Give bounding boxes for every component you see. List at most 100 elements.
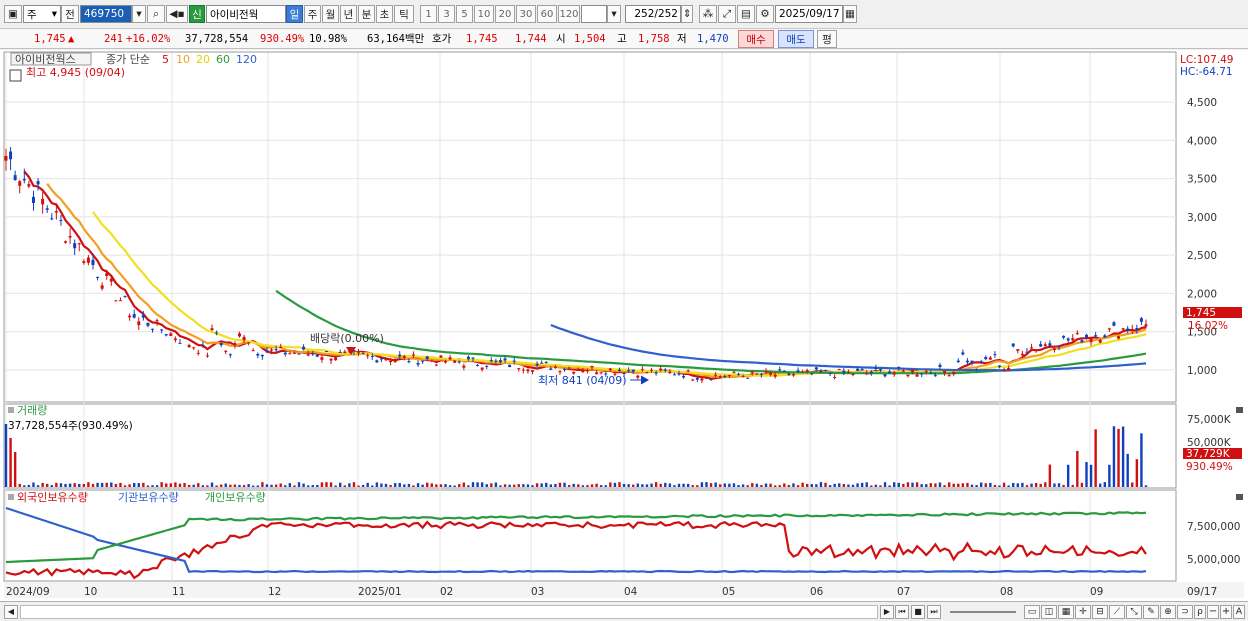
volume-bar xyxy=(448,485,452,487)
compare-icon[interactable]: ⁂ xyxy=(699,5,717,23)
search-icon[interactable]: ⌕ xyxy=(147,5,165,23)
rewind-icon[interactable]: ⏮ xyxy=(895,604,909,619)
scroll-track[interactable] xyxy=(20,604,878,619)
scroll-left-icon[interactable]: ◀ xyxy=(4,604,18,619)
candle-body xyxy=(187,345,191,348)
zoom-in-icon[interactable]: + xyxy=(1220,604,1232,619)
magnet-icon[interactable]: ⊃ xyxy=(1177,604,1193,619)
ma-5-label: 5 xyxy=(162,53,169,66)
chart-canvas[interactable]: 아이비전웍스 종가 단순 5 10 20 60 120 최고 4,945 (09… xyxy=(0,50,1248,605)
volume-bar xyxy=(526,484,530,487)
minute-1[interactable]: 1 xyxy=(420,5,437,23)
volume-bar xyxy=(91,483,95,487)
undo-icon[interactable]: ρ xyxy=(1194,604,1206,619)
speaker-icon[interactable]: ◀▪ xyxy=(166,5,188,23)
stop-icon[interactable]: ■ xyxy=(911,604,925,619)
candle-body xyxy=(357,352,361,354)
candle-body xyxy=(279,346,283,348)
volume-bar xyxy=(1025,485,1029,487)
candle-body xyxy=(466,356,470,360)
zoom-slider[interactable] xyxy=(950,611,1016,613)
scroll-right-icon[interactable]: ▶ xyxy=(880,604,894,619)
layout-3-icon[interactable]: ▦ xyxy=(1058,604,1074,619)
volume-bar xyxy=(522,484,525,487)
link-icon[interactable]: ⊕ xyxy=(1160,604,1176,619)
candle-body xyxy=(1071,338,1075,341)
auto-scale-icon[interactable]: A xyxy=(1233,604,1245,619)
candle-body xyxy=(4,155,8,161)
buy-button[interactable]: 매수 xyxy=(738,30,774,48)
holding-close-icon[interactable] xyxy=(1236,494,1243,500)
candle-body xyxy=(366,355,370,357)
volume-bar xyxy=(554,484,557,487)
zoom-out-chart-icon[interactable]: ⊟ xyxy=(1092,604,1108,619)
zoom-out-icon[interactable]: − xyxy=(1207,604,1219,619)
candle-body xyxy=(462,365,466,368)
candle-body xyxy=(970,360,974,364)
candle-body xyxy=(370,355,374,357)
candle-body xyxy=(947,375,951,377)
volume-bar xyxy=(320,482,324,487)
volume-bar xyxy=(284,485,287,487)
interval-dropdown-icon[interactable]: ▾ xyxy=(607,5,621,23)
save-icon[interactable]: ▤ xyxy=(737,5,755,23)
bid-price: 1,744 xyxy=(515,32,547,45)
minute-30[interactable]: 30 xyxy=(516,5,536,23)
sell-button[interactable]: 매도 xyxy=(778,30,814,48)
volume-bar xyxy=(357,485,360,487)
tab-month[interactable]: 월 xyxy=(322,5,339,23)
trend-line-icon[interactable]: ⟋ xyxy=(1109,604,1125,619)
chart-area[interactable]: 아이비전웍스 종가 단순 5 10 20 60 120 최고 4,945 (09… xyxy=(0,50,1248,605)
tab-tick[interactable]: 틱 xyxy=(394,5,414,23)
minute-5[interactable]: 5 xyxy=(456,5,473,23)
candle-body xyxy=(114,300,118,302)
prev-button[interactable]: 전 xyxy=(61,5,79,23)
candle-body xyxy=(1039,344,1043,347)
layout-2-icon[interactable]: ◫ xyxy=(1041,604,1057,619)
date-field[interactable]: 2025/09/17 xyxy=(775,5,843,23)
minute-20[interactable]: 20 xyxy=(495,5,515,23)
minute-60[interactable]: 60 xyxy=(537,5,557,23)
candle-body xyxy=(993,354,997,356)
candle-body xyxy=(256,354,260,356)
draw-tool-icon[interactable]: ⤢ xyxy=(718,5,736,23)
volume-bar xyxy=(100,482,104,487)
candle-body xyxy=(846,371,850,373)
volume-bar xyxy=(970,484,974,487)
stock-code-input[interactable]: 469750 xyxy=(80,5,132,23)
candle-body xyxy=(251,350,255,352)
period-select[interactable]: 주 ▾ xyxy=(23,5,61,23)
eval-button[interactable]: 평 xyxy=(817,30,837,48)
tab-second[interactable]: 초 xyxy=(376,5,393,23)
count-spin-icon[interactable]: ⇕ xyxy=(681,5,693,23)
pen-icon[interactable]: ✎ xyxy=(1143,604,1159,619)
gear-icon[interactable]: ⚙ xyxy=(756,5,774,23)
interval-input[interactable] xyxy=(581,5,607,23)
tab-year[interactable]: 년 xyxy=(340,5,357,23)
volume-bar xyxy=(316,484,319,487)
forward-icon[interactable]: ⏭ xyxy=(927,604,941,619)
volume-bar xyxy=(998,485,1001,487)
volume-close-icon[interactable] xyxy=(1236,407,1243,413)
code-dropdown-icon[interactable]: ▾ xyxy=(132,5,146,23)
volume-bar xyxy=(1094,429,1097,487)
count-field[interactable]: 252 /252 xyxy=(625,5,681,23)
layout-icon[interactable]: ▣ xyxy=(4,5,22,23)
calendar-marker-icon[interactable] xyxy=(9,69,22,82)
candle-body xyxy=(1139,318,1143,322)
fib-icon[interactable]: ⤡ xyxy=(1126,604,1142,619)
price-tick-label: 4,500 xyxy=(1187,97,1217,109)
crosshair-icon[interactable]: ✛ xyxy=(1075,604,1091,619)
minute-3[interactable]: 3 xyxy=(438,5,455,23)
minute-10[interactable]: 10 xyxy=(474,5,494,23)
minute-120[interactable]: 120 xyxy=(558,5,580,23)
chevron-down-icon: ▾ xyxy=(51,8,57,20)
volume-bar xyxy=(361,484,365,487)
ask-price: 1,745 xyxy=(466,32,498,45)
calendar-icon[interactable]: ▦ xyxy=(843,5,857,23)
tab-minute[interactable]: 분 xyxy=(358,5,375,23)
tab-day[interactable]: 일 xyxy=(286,5,303,23)
tab-week[interactable]: 주 xyxy=(304,5,321,23)
layout-1-icon[interactable]: ▭ xyxy=(1024,604,1040,619)
candle-body xyxy=(398,354,402,357)
